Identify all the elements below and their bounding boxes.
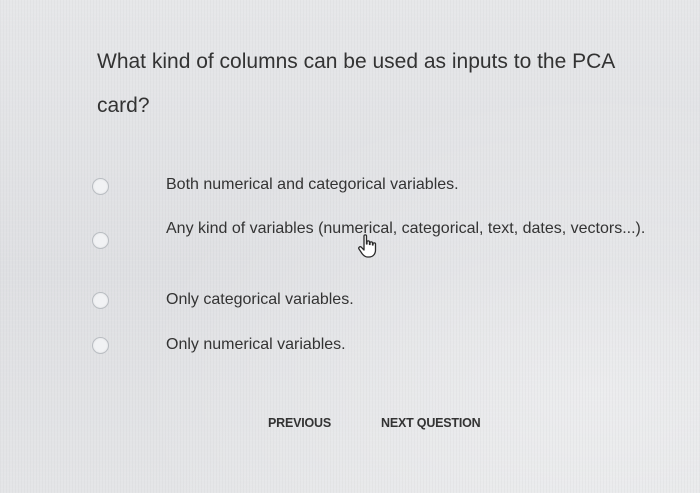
option-label[interactable]: Only numerical variables. xyxy=(166,334,646,356)
previous-button[interactable]: PREVIOUS xyxy=(268,416,331,430)
radio-unchecked-icon[interactable] xyxy=(92,178,109,195)
question-text: What kind of columns can be used as inpu… xyxy=(97,50,615,117)
next-question-button[interactable]: NEXT QUESTION xyxy=(381,416,481,430)
hand-pointer-icon xyxy=(358,234,377,258)
option-label[interactable]: Both numerical and categorical variables… xyxy=(166,174,646,196)
radio-unchecked-icon[interactable] xyxy=(92,232,109,249)
option-label[interactable]: Any kind of variables (numerical, catego… xyxy=(166,218,646,240)
radio-unchecked-icon[interactable] xyxy=(92,337,109,354)
option-label[interactable]: Only categorical variables. xyxy=(166,289,646,311)
radio-unchecked-icon[interactable] xyxy=(92,292,109,309)
